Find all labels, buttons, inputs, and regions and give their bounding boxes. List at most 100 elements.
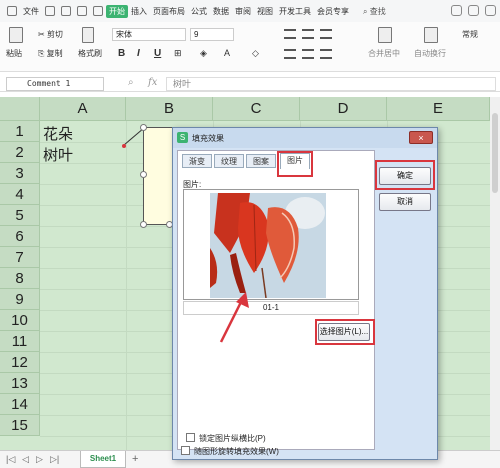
copy-button[interactable]: ⎘ 复制 (38, 48, 63, 59)
align-right-icon[interactable] (320, 49, 332, 59)
row-header-9[interactable]: 9 (0, 289, 40, 310)
add-sheet-button[interactable]: + (132, 453, 138, 465)
col-header-b[interactable]: B (126, 97, 213, 121)
share-icon[interactable] (468, 5, 479, 16)
tab-pattern[interactable]: 图案 (246, 154, 276, 168)
col-header-d[interactable]: D (300, 97, 387, 121)
formula-bar: Comment 1 ⌕ fx 树叶 (0, 76, 500, 92)
row-header-12[interactable]: 12 (0, 352, 40, 373)
tab-data[interactable]: 数据 (210, 6, 232, 17)
first-sheet-icon[interactable]: |◁ (6, 454, 15, 465)
tab-texture[interactable]: 纹理 (214, 154, 244, 168)
last-sheet-icon[interactable]: ▷| (50, 454, 59, 465)
copy-label: 复制 (46, 49, 63, 58)
search-box[interactable]: ⌕ 查找 (360, 6, 389, 17)
tab-page-layout[interactable]: 页面布局 (150, 6, 188, 17)
search-label: 查找 (369, 6, 386, 16)
fill-color-icon[interactable]: ◈ (200, 48, 207, 59)
row-header-5[interactable]: 5 (0, 205, 40, 226)
formula-input[interactable]: 树叶 (166, 77, 496, 91)
align-bottom-icon[interactable] (320, 29, 332, 39)
dialog-title-bar[interactable]: S 填充效果 × (173, 128, 437, 148)
row-header-3[interactable]: 3 (0, 163, 40, 184)
row-header-15[interactable]: 15 (0, 415, 40, 436)
format-painter-icon[interactable] (82, 27, 94, 43)
scroll-thumb[interactable] (492, 113, 498, 193)
fx-icon[interactable]: fx (148, 77, 157, 88)
dialog-panel: 渐变 纹理 图案 图片 图片: 01-1 选择图片(L)... 锁定图片纵横比(… (177, 150, 375, 450)
tab-gradient[interactable]: 渐变 (182, 154, 212, 168)
row-header-2[interactable]: 2 (0, 142, 40, 163)
prev-sheet-icon[interactable]: ◁ (22, 454, 29, 465)
row-header-4[interactable]: 4 (0, 184, 40, 205)
menu-icon[interactable] (7, 6, 17, 16)
save-icon[interactable] (45, 6, 55, 16)
font-name-select[interactable]: 宋体 (112, 28, 186, 41)
sheet-tab-sheet1[interactable]: Sheet1 (80, 451, 126, 468)
resize-handle[interactable] (140, 124, 147, 131)
ok-highlight (375, 160, 435, 190)
cancel-button[interactable]: 取消 (379, 193, 431, 211)
undo-icon[interactable] (93, 6, 103, 16)
next-sheet-icon[interactable]: ▷ (36, 454, 43, 465)
wrap-icon[interactable] (424, 27, 438, 43)
row-header-10[interactable]: 10 (0, 310, 40, 331)
vertical-scrollbar[interactable] (490, 97, 500, 450)
resize-handle[interactable] (140, 221, 147, 228)
tab-view[interactable]: 视图 (254, 6, 276, 17)
window-controls (451, 5, 496, 16)
wrap-text-button[interactable]: 自动换行 (414, 48, 446, 59)
italic-button[interactable]: I (137, 48, 140, 59)
clear-icon[interactable]: ◇ (252, 48, 259, 59)
format-painter-button[interactable]: 格式刷 (78, 48, 102, 59)
tab-insert[interactable]: 插入 (128, 6, 150, 17)
lock-aspect-checkbox[interactable] (186, 433, 195, 442)
align-center-icon[interactable] (302, 49, 314, 59)
name-box[interactable]: Comment 1 (6, 77, 104, 91)
row-header-8[interactable]: 8 (0, 268, 40, 289)
row-header-11[interactable]: 11 (0, 331, 40, 352)
align-middle-icon[interactable] (302, 29, 314, 39)
more-icon[interactable] (485, 5, 496, 16)
row-header-13[interactable]: 13 (0, 373, 40, 394)
menu-bar: 文件 开始 插入 页面布局 公式 数据 审阅 视图 开发工具 会员专享 ⌕ 查找 (0, 0, 500, 22)
zoom-icon[interactable]: ⌕ (128, 77, 134, 88)
bold-button[interactable]: B (118, 48, 125, 59)
merge-icon[interactable] (378, 27, 392, 43)
tab-member[interactable]: 会员专享 (314, 6, 352, 17)
print-icon[interactable] (61, 6, 71, 16)
paste-icon[interactable] (9, 27, 23, 43)
col-header-c[interactable]: C (213, 97, 300, 121)
preview-icon[interactable] (77, 6, 87, 16)
underline-button[interactable]: U (154, 48, 161, 59)
tab-review[interactable]: 审阅 (232, 6, 254, 17)
select-all-corner[interactable] (0, 97, 40, 121)
row-header-6[interactable]: 6 (0, 226, 40, 247)
row-header-1[interactable]: 1 (0, 121, 40, 142)
rotate-fill-checkbox[interactable] (181, 446, 190, 455)
row-header-14[interactable]: 14 (0, 394, 40, 415)
menu-file[interactable]: 文件 (20, 6, 42, 17)
number-format-select[interactable]: 常规 (462, 29, 478, 40)
col-header-a[interactable]: A (40, 97, 126, 121)
image-name-field: 01-1 (183, 301, 359, 315)
cut-button[interactable]: ✂ 剪切 (38, 29, 63, 40)
row-header-7[interactable]: 7 (0, 247, 40, 268)
col-header-e[interactable]: E (387, 97, 490, 121)
cell-a1[interactable]: 花朵 (43, 123, 73, 144)
tab-home[interactable]: 开始 (106, 4, 128, 18)
font-color-icon[interactable]: A (224, 48, 230, 58)
tab-developer[interactable]: 开发工具 (276, 6, 314, 17)
merge-center-button[interactable]: 合并居中 (368, 48, 400, 59)
font-size-select[interactable]: 9 (190, 28, 234, 41)
resize-handle[interactable] (140, 171, 147, 178)
close-button[interactable]: × (409, 131, 433, 144)
leaf-photo (210, 193, 326, 298)
align-top-icon[interactable] (284, 29, 296, 39)
cloud-icon[interactable] (451, 5, 462, 16)
align-left-icon[interactable] (284, 49, 296, 59)
cell-a2[interactable]: 树叶 (43, 144, 73, 165)
paste-button[interactable]: 粘贴 (6, 48, 22, 59)
border-icon[interactable]: ⊞ (174, 48, 182, 59)
tab-formulas[interactable]: 公式 (188, 6, 210, 17)
